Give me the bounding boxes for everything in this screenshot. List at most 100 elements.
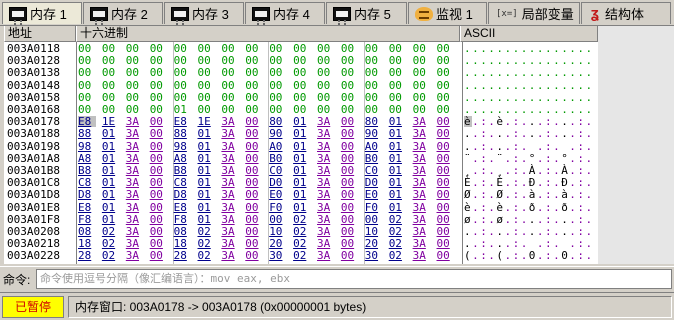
- hex-byte[interactable]: 3A: [413, 250, 431, 261]
- ascii-char[interactable]: .: [480, 67, 488, 78]
- hex-byte[interactable]: 01: [293, 177, 311, 188]
- hex-byte[interactable]: 01: [293, 189, 311, 200]
- hex-byte[interactable]: 00: [150, 250, 168, 261]
- hex-byte[interactable]: 20: [365, 238, 383, 249]
- hex-byte[interactable]: 01: [389, 202, 407, 213]
- ascii-char[interactable]: :: [545, 141, 553, 152]
- hex-byte[interactable]: 01: [102, 202, 120, 213]
- hex-byte[interactable]: 3A: [317, 250, 335, 261]
- ascii-char[interactable]: .: [553, 189, 561, 200]
- hex-byte[interactable]: 3A: [317, 226, 335, 237]
- ascii-char[interactable]: .: [464, 226, 472, 237]
- ascii-char[interactable]: À: [529, 165, 537, 176]
- hex-byte[interactable]: 00: [150, 214, 168, 225]
- hex-byte[interactable]: 00: [293, 55, 311, 66]
- hex-byte[interactable]: 3A: [413, 189, 431, 200]
- tab-memory-3[interactable]: 内存 3: [164, 2, 244, 24]
- ascii-char[interactable]: .: [545, 55, 553, 66]
- ascii-char[interactable]: .: [505, 67, 513, 78]
- ascii-char[interactable]: .: [513, 80, 521, 91]
- ascii-char[interactable]: .: [472, 238, 480, 249]
- ascii-char[interactable]: .: [561, 55, 569, 66]
- ascii-char[interactable]: .: [553, 153, 561, 164]
- ascii-char[interactable]: .: [537, 250, 545, 261]
- hex-byte[interactable]: 02: [389, 250, 407, 261]
- ascii-char[interactable]: .: [521, 104, 529, 115]
- ascii-char[interactable]: :: [513, 238, 521, 249]
- hex-byte[interactable]: 3A: [221, 189, 239, 200]
- hex-byte[interactable]: 02: [102, 250, 120, 261]
- hex-byte[interactable]: 00: [437, 43, 455, 54]
- hex-byte[interactable]: 01: [389, 128, 407, 139]
- ascii-char[interactable]: :: [480, 153, 488, 164]
- ascii-char[interactable]: .: [586, 189, 594, 200]
- hex-byte[interactable]: 00: [437, 177, 455, 188]
- ascii-char[interactable]: .: [464, 141, 472, 152]
- ascii-char[interactable]: .: [537, 238, 545, 249]
- hex-byte[interactable]: 00: [389, 67, 407, 78]
- hex-byte[interactable]: 98: [78, 141, 96, 152]
- hex-byte[interactable]: 3A: [317, 116, 335, 127]
- ascii-char[interactable]: :: [545, 153, 553, 164]
- hex-byte[interactable]: 88: [174, 128, 192, 139]
- ascii-char[interactable]: :: [513, 214, 521, 225]
- ascii-char[interactable]: .: [521, 43, 529, 54]
- ascii-char[interactable]: .: [553, 214, 561, 225]
- ascii-char[interactable]: .: [505, 153, 513, 164]
- header-hex[interactable]: 十六进制: [76, 26, 460, 42]
- hex-byte[interactable]: 00: [245, 202, 263, 213]
- memory-row[interactable]: 003A0168 00 00 00 00 01 00 00 00 00 00 00 00 00 00 00 00…: [4, 104, 598, 115]
- ascii-char[interactable]: .: [480, 43, 488, 54]
- ascii-char[interactable]: .: [586, 238, 594, 249]
- ascii-char[interactable]: .: [537, 189, 545, 200]
- hex-byte[interactable]: 00: [150, 141, 168, 152]
- ascii-char[interactable]: .: [553, 67, 561, 78]
- hex-byte[interactable]: 00: [221, 67, 239, 78]
- hex-byte[interactable]: 00: [437, 250, 455, 261]
- hex-byte[interactable]: 00: [413, 104, 431, 115]
- hex-byte[interactable]: 3A: [221, 214, 239, 225]
- hex-byte[interactable]: 00: [341, 250, 359, 261]
- hex-byte[interactable]: 18: [174, 238, 192, 249]
- memory-row[interactable]: 003A01F8 F8 01 3A 00 F8 01 3A 00 00 02 3A 00 00 02 3A 00…: [4, 214, 598, 225]
- hex-byte[interactable]: 01: [198, 141, 216, 152]
- ascii-char[interactable]: ¨: [496, 153, 504, 164]
- hex-byte[interactable]: 01: [389, 165, 407, 176]
- ascii-char[interactable]: .: [577, 80, 585, 91]
- hex-byte[interactable]: 3A: [317, 177, 335, 188]
- ascii-char[interactable]: .: [586, 165, 594, 176]
- ascii-char[interactable]: .: [545, 104, 553, 115]
- ascii-char[interactable]: .: [488, 189, 496, 200]
- hex-byte[interactable]: 3A: [317, 141, 335, 152]
- hex-byte[interactable]: C8: [174, 177, 192, 188]
- hex-byte[interactable]: 90: [269, 128, 287, 139]
- ascii-char[interactable]: .: [464, 128, 472, 139]
- hex-byte[interactable]: 01: [102, 177, 120, 188]
- hex-byte[interactable]: 00: [198, 92, 216, 103]
- hex-byte[interactable]: 3A: [126, 153, 144, 164]
- ascii-char[interactable]: .: [561, 226, 569, 237]
- ascii-char[interactable]: .: [488, 177, 496, 188]
- hex-byte[interactable]: 00: [126, 104, 144, 115]
- ascii-char[interactable]: .: [537, 116, 545, 127]
- hex-byte[interactable]: 01: [389, 153, 407, 164]
- hex-byte[interactable]: 01: [102, 214, 120, 225]
- ascii-char[interactable]: .: [553, 141, 561, 152]
- ascii-char[interactable]: .: [586, 250, 594, 261]
- memory-row[interactable]: 003A01E8 E8 01 3A 00 E8 01 3A 00 F0 01 3A 00 F0 01 3A 00…: [4, 202, 598, 213]
- ascii-char[interactable]: .: [505, 214, 513, 225]
- ascii-char[interactable]: ¨: [464, 153, 472, 164]
- ascii-char[interactable]: .: [472, 141, 480, 152]
- hex-byte[interactable]: 01: [102, 165, 120, 176]
- tab-memory-4[interactable]: 内存 4: [245, 2, 325, 24]
- ascii-char[interactable]: è: [464, 202, 472, 213]
- hex-byte[interactable]: 02: [102, 238, 120, 249]
- ascii-char[interactable]: .: [569, 202, 577, 213]
- hex-byte[interactable]: 00: [437, 214, 455, 225]
- ascii-char[interactable]: :: [545, 250, 553, 261]
- ascii-char[interactable]: :: [577, 177, 585, 188]
- ascii-char[interactable]: .: [521, 116, 529, 127]
- ascii-char[interactable]: .: [488, 67, 496, 78]
- hex-byte[interactable]: 00: [126, 43, 144, 54]
- ascii-char[interactable]: .: [577, 43, 585, 54]
